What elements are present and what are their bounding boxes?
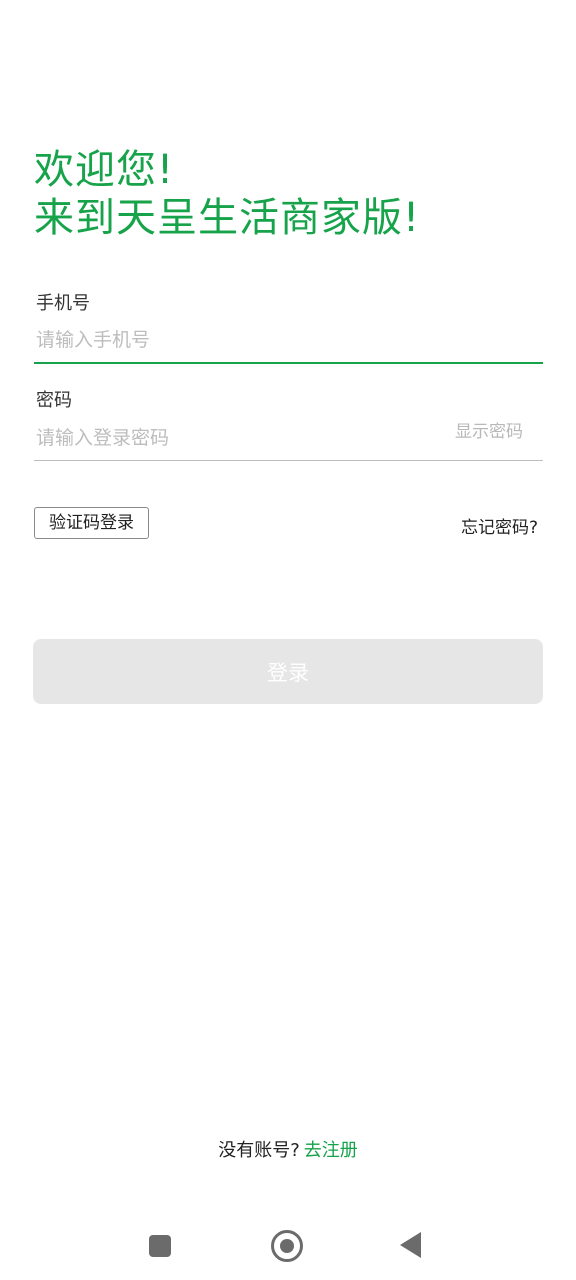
square-recents-icon[interactable] [149,1235,171,1257]
password-label: 密码 [36,390,72,411]
show-password-toggle[interactable]: 显示密码 [455,417,523,442]
welcome-heading: 欢迎您! 来到天呈生活商家版! [34,146,420,242]
circle-home-icon[interactable] [271,1230,303,1262]
register-link[interactable]: 去注册 [304,1140,358,1161]
home-dot [280,1239,294,1253]
system-navigation-bar [0,1218,576,1280]
forgot-password-link[interactable]: 忘记密码? [461,513,538,538]
login-button[interactable]: 登录 [33,639,543,704]
welcome-line-1: 欢迎您! [34,147,175,193]
sms-login-button[interactable]: 验证码登录 [34,507,149,539]
phone-input[interactable] [34,318,543,364]
register-prompt: 没有账号? [218,1140,300,1161]
welcome-line-2: 来到天呈生活商家版! [34,195,421,241]
triangle-back-icon[interactable] [400,1232,421,1258]
register-row: 没有账号? 去注册 [0,1136,576,1162]
phone-label: 手机号 [36,293,90,314]
